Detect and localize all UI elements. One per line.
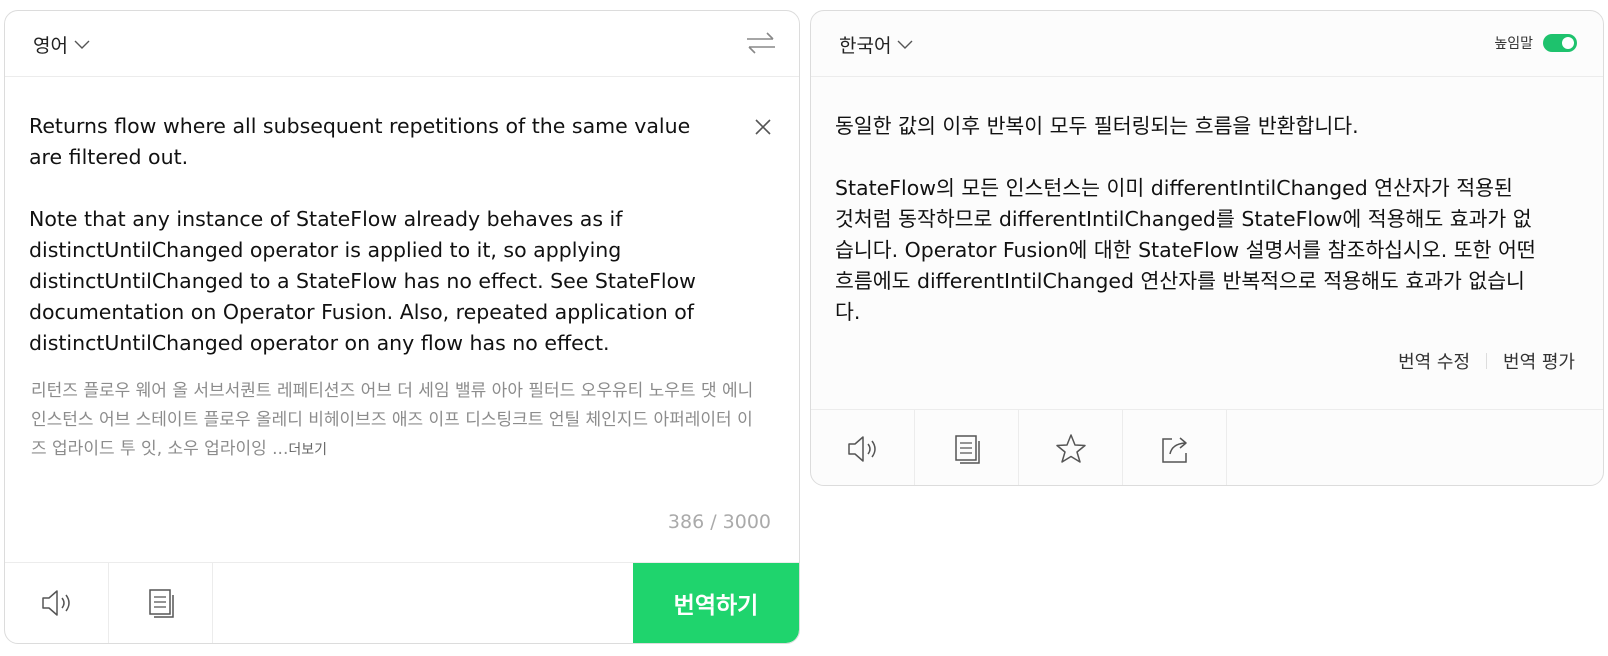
honorific-control: 높임말 [1494,33,1577,53]
share-icon [1161,437,1187,463]
target-copy-button[interactable] [915,410,1019,485]
char-counter: 386 / 3000 [667,511,771,533]
source-language-select[interactable]: 영어 [33,31,90,58]
copy-icon [148,589,174,618]
source-text[interactable]: Returns flow where all subsequent repeti… [29,111,719,359]
chevron-down-icon [74,40,90,49]
speaker-icon [41,590,70,616]
share-button[interactable] [1123,410,1227,485]
target-language-select[interactable]: 한국어 [839,31,913,58]
honorific-label: 높임말 [1494,36,1533,52]
pronunciation: 리턴즈 플로우 웨어 올 서브서퀀트 레페티션즈 어브 더 세임 밸류 아아 필… [31,377,755,465]
pronunciation-text: 리턴즈 플로우 웨어 올 서브서퀀트 레페티션즈 어브 더 세임 밸류 아아 필… [31,381,754,459]
speaker-icon [847,436,876,462]
more-link[interactable]: 더보기 [288,442,327,458]
copy-icon [954,435,980,464]
rate-translation-link[interactable]: 번역 평가 [1503,348,1575,374]
target-panel: 한국어 높임말 동일한 값의 이후 반복이 모두 필터링되는 흐름을 반환합니다… [810,10,1604,486]
edit-translation-link[interactable]: 번역 수정 [1398,348,1470,374]
favorite-button[interactable] [1019,410,1123,485]
source-panel: 영어 Returns flow where all subsequent rep… [4,10,800,644]
source-header: 영어 [5,11,799,77]
source-language-label: 영어 [33,35,68,57]
close-icon[interactable] [753,117,773,137]
target-footer [811,409,1603,485]
toggle-knob [1562,37,1574,49]
star-icon [1055,434,1086,463]
divider [1486,353,1488,369]
translate-button[interactable]: 번역하기 [633,563,799,643]
feedback-links: 번역 수정 번역 평가 [1398,348,1575,374]
target-listen-button[interactable] [811,410,915,485]
honorific-toggle[interactable] [1543,34,1577,52]
swap-arrows-icon[interactable] [745,29,777,57]
target-language-label: 한국어 [839,35,892,57]
source-copy-button[interactable] [109,563,213,643]
chevron-down-icon [897,40,913,49]
target-text: 동일한 값의 이후 반복이 모두 필터링되는 흐름을 반환합니다. StateF… [835,114,1536,324]
source-listen-button[interactable] [5,563,109,643]
target-header: 한국어 높임말 [811,11,1603,77]
